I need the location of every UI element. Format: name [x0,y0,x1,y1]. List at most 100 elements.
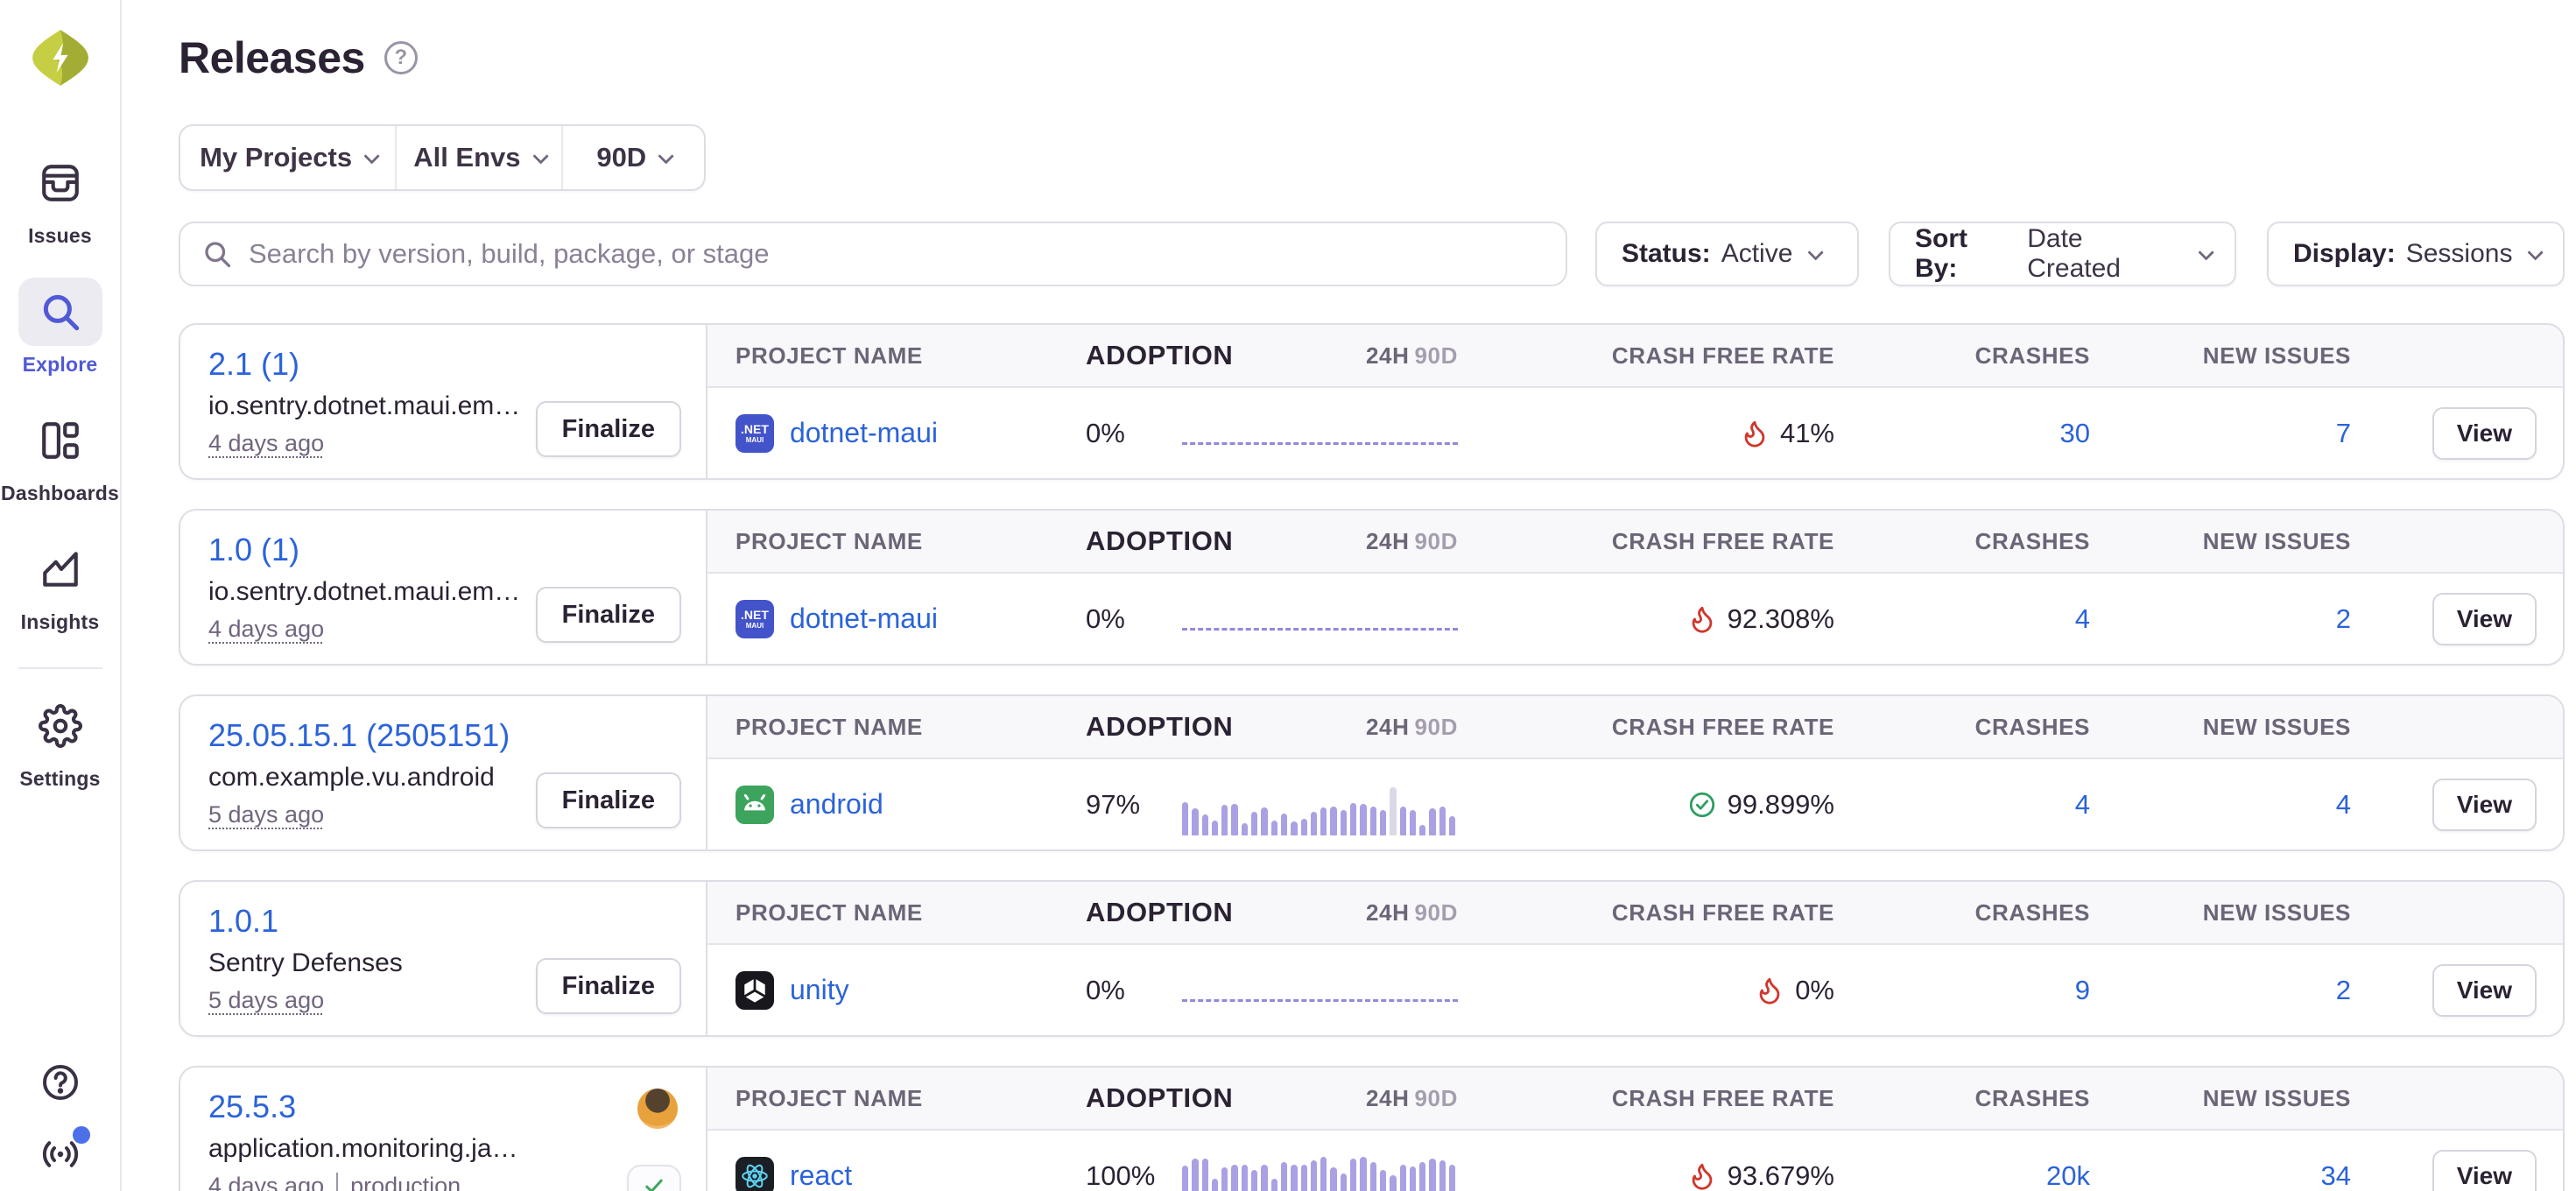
new-issues-link[interactable]: 2 [2336,603,2351,634]
adoption-chart [1182,574,1458,664]
chevron-down-icon [532,148,548,164]
crashes-link[interactable]: 4 [2075,603,2090,634]
sidebar-item-issues[interactable]: Issues [0,149,120,248]
col-new-issues: NEW ISSUES [2090,342,2351,370]
col-crashes: CRASHES [1834,714,2090,741]
sidebar-item-dashboards[interactable]: Dashboards [0,406,120,505]
broadcast-icon[interactable] [39,1133,81,1175]
adoption-chart [1182,945,1458,1035]
project-link[interactable]: dotnet-maui [790,603,938,635]
view-button[interactable]: View [2432,779,2537,831]
main-content: Releases ? My Projects All Envs 90D [122,0,2576,1191]
crashes-link[interactable]: 9 [2075,975,2090,1005]
new-issues-link[interactable]: 34 [2321,1160,2351,1191]
crash-free-cell: 93.679% [1458,1160,1834,1191]
finalize-button[interactable]: Finalize [536,587,681,643]
crashes-link[interactable]: 4 [2075,789,2090,820]
environments-filter-label: All Envs [413,142,520,173]
col-adoption: ADOPTION [1086,1082,1182,1114]
release-table-header: PROJECT NAME ADOPTION 24H90D CRASH FREE … [707,882,2563,945]
col-crash-free-rate: CRASH FREE RATE [1458,714,1834,741]
finalize-button[interactable]: Finalize [536,401,681,457]
dotnet-maui-project-icon: .NETMAUI [735,414,774,453]
release-meta: 4 days ago production [208,1173,678,1191]
chevron-down-icon [658,148,674,164]
crash-free-value: 92.308% [1728,603,1834,635]
release-project-row: react 100% 93.679% 20k 34 View [707,1131,2563,1191]
status-dropdown[interactable]: Status: Active [1595,222,1859,286]
crash-flame-icon [1687,1161,1717,1191]
sentry-logo[interactable] [31,28,90,88]
release-table: PROJECT NAME ADOPTION 24H90D CRASH FREE … [707,511,2563,664]
adoption-value: 0% [1086,603,1182,635]
crash-free-value: 99.899% [1728,789,1834,821]
environments-filter-dropdown[interactable]: All Envs [395,126,560,189]
col-adoption: ADOPTION [1086,340,1182,371]
projects-filter-label: My Projects [200,142,352,173]
release-version-link[interactable]: 1.0 (1) [208,532,299,568]
dotnet-maui-project-icon: .NETMAUI [735,600,774,638]
new-issues-link[interactable]: 2 [2336,975,2351,1005]
release-timestamp[interactable]: 4 days ago [208,616,324,643]
col-period: 24H90D [1182,899,1458,927]
page-header: Releases ? [179,26,2565,89]
view-button[interactable]: View [2432,964,2537,1017]
sidebar-item-settings[interactable]: Settings [0,692,120,791]
adoption-value: 0% [1086,418,1182,449]
new-issues-link[interactable]: 7 [2336,418,2351,448]
view-button[interactable]: View [2432,1150,2537,1191]
search-input[interactable] [249,238,1545,270]
release-list: 2.1 (1) io.sentry.dotnet.maui.em… 4 days… [179,323,2565,1191]
date-range-filter-dropdown[interactable]: 90D [561,126,704,189]
crash-flame-icon [1687,604,1717,634]
sidebar-divider [18,667,102,669]
sort-by-dropdown[interactable]: Sort By: Date Created [1889,222,2236,286]
crashes-link[interactable]: 30 [2060,418,2090,448]
help-icon[interactable] [39,1061,81,1103]
col-new-issues: NEW ISSUES [2090,528,2351,555]
projects-filter-dropdown[interactable]: My Projects [180,126,395,189]
release-version-link[interactable]: 1.0.1 [208,903,278,940]
project-link[interactable]: unity [790,974,849,1006]
date-range-filter-label: 90D [596,142,646,173]
sidebar-item-label: Explore [23,353,98,377]
project-link[interactable]: react [790,1159,852,1191]
crashes-link[interactable]: 20k [2046,1160,2090,1191]
project-link[interactable]: android [790,788,883,821]
release-card: 1.0 (1) io.sentry.dotnet.maui.em… 4 days… [180,511,707,664]
status-label: Status: [1622,239,1711,269]
sidebar-item-insights[interactable]: Insights [0,535,120,634]
adoption-chart [1182,759,1458,849]
release-version-link[interactable]: 25.05.15.1 (2505151) [208,717,510,754]
release-timestamp[interactable]: 5 days ago [208,801,324,828]
col-new-issues: NEW ISSUES [2090,899,2351,927]
finalize-button[interactable]: Finalize [536,958,681,1014]
sidebar-item-explore[interactable]: Explore [0,278,120,377]
col-period: 24H90D [1182,1085,1458,1112]
display-value: Sessions [2406,239,2513,269]
release-table: PROJECT NAME ADOPTION 24H90D CRASH FREE … [707,882,2563,1035]
release-timestamp[interactable]: 4 days ago [208,1173,324,1191]
crash-free-value: 93.679% [1728,1160,1834,1191]
new-issues-link[interactable]: 4 [2336,789,2351,820]
display-dropdown[interactable]: Display: Sessions [2267,222,2565,286]
finalize-button[interactable]: Finalize [536,772,681,828]
help-tooltip-icon[interactable]: ? [384,41,418,74]
notification-dot [73,1126,90,1144]
release-project-row: .NETMAUI dotnet-maui 0% 41% 30 7 View [707,388,2563,478]
release-timestamp[interactable]: 4 days ago [208,430,324,457]
crash-free-value: 0% [1795,975,1834,1006]
healthy-check-icon [1687,790,1717,820]
release-version-link[interactable]: 25.5.3 [208,1089,296,1125]
col-new-issues: NEW ISSUES [2090,714,2351,741]
view-button[interactable]: View [2432,407,2537,460]
view-button[interactable]: View [2432,593,2537,645]
sort-by-label: Sort By: [1915,224,2016,284]
release-version-link[interactable]: 2.1 (1) [208,346,299,383]
chevron-down-icon [364,148,380,164]
insights-icon [18,535,102,603]
project-link[interactable]: dotnet-maui [790,417,938,449]
release-group: 1.0.1 Sentry Defenses 5 days ago Finaliz… [179,880,2565,1037]
release-table-header: PROJECT NAME ADOPTION 24H90D CRASH FREE … [707,511,2563,574]
release-timestamp[interactable]: 5 days ago [208,987,324,1014]
